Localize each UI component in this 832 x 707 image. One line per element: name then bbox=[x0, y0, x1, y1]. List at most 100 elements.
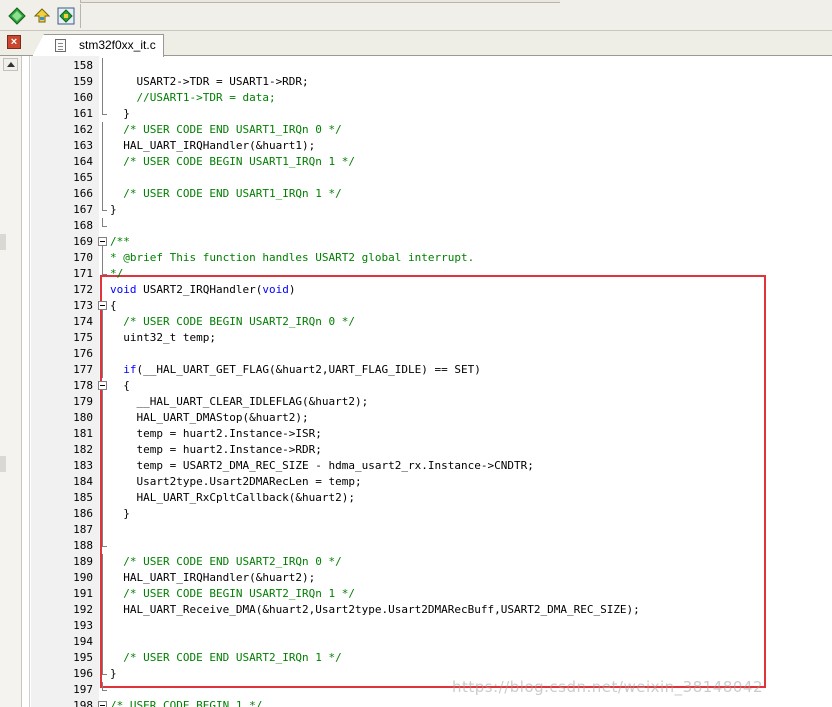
line-number: 165 bbox=[73, 171, 93, 184]
code-line[interactable]: HAL_UART_DMAStop(&huart2); bbox=[110, 410, 309, 426]
line-number: 172 bbox=[73, 283, 93, 296]
code-line[interactable]: uint32_t temp; bbox=[110, 330, 216, 346]
line-number: 162 bbox=[73, 123, 93, 136]
tab-file[interactable]: stm32f0xx_it.c bbox=[32, 34, 164, 57]
code-line[interactable]: HAL_UART_RxCpltCallback(&huart2); bbox=[110, 490, 355, 506]
code-line[interactable]: } bbox=[110, 506, 130, 522]
code-line[interactable]: */ bbox=[110, 266, 123, 282]
file-icon bbox=[55, 39, 66, 52]
code-line[interactable]: /* USER CODE BEGIN USART2_IRQn 1 */ bbox=[110, 586, 355, 602]
code-line[interactable]: HAL_UART_IRQHandler(&huart1); bbox=[110, 138, 315, 154]
line-number: 166 bbox=[73, 187, 93, 200]
code-comment: /* USER CODE END USART2_IRQn 1 */ bbox=[123, 651, 342, 664]
code-line[interactable]: } bbox=[110, 202, 117, 218]
left-dock-bar bbox=[0, 56, 22, 707]
fold-toggle-icon[interactable] bbox=[98, 698, 108, 707]
fold-guide bbox=[98, 202, 108, 218]
code-line[interactable]: HAL_UART_Receive_DMA(&huart2,Usart2type.… bbox=[110, 602, 640, 618]
code-line[interactable]: /* USER CODE END USART1_IRQn 1 */ bbox=[110, 186, 342, 202]
fold-toggle-icon[interactable] bbox=[98, 378, 108, 394]
fold-guide bbox=[98, 330, 108, 346]
code-text: temp = huart2.Instance->ISR; bbox=[110, 427, 322, 440]
line-number: 167 bbox=[73, 203, 93, 216]
line-number: 196 bbox=[73, 667, 93, 680]
line-number: 160 bbox=[73, 91, 93, 104]
fold-guide bbox=[98, 362, 108, 378]
fold-guide bbox=[98, 458, 108, 474]
code-line[interactable]: Usart2type.Usart2DMARecLen = temp; bbox=[110, 474, 362, 490]
fold-guide bbox=[98, 250, 108, 266]
code-comment: /* USER CODE END USART1_IRQn 1 */ bbox=[123, 187, 342, 200]
fold-guide bbox=[98, 618, 108, 634]
code-line[interactable]: HAL_UART_IRQHandler(&huart2); bbox=[110, 570, 315, 586]
fold-toggle-icon[interactable] bbox=[98, 298, 108, 314]
code-text: { bbox=[110, 379, 130, 392]
line-number: 177 bbox=[73, 363, 93, 376]
fold-guide bbox=[98, 90, 108, 106]
fold-guide bbox=[98, 74, 108, 90]
line-number: 171 bbox=[73, 267, 93, 280]
fold-guide bbox=[98, 106, 108, 122]
code-line[interactable]: temp = USART2_DMA_REC_SIZE - hdma_usart2… bbox=[110, 458, 533, 474]
bookmark-window-button[interactable] bbox=[56, 6, 76, 26]
line-number: 193 bbox=[73, 619, 93, 632]
fold-guide bbox=[98, 170, 108, 186]
code-text: HAL_UART_DMAStop(&huart2); bbox=[110, 411, 309, 424]
line-number: 163 bbox=[73, 139, 93, 152]
code-line[interactable]: temp = huart2.Instance->RDR; bbox=[110, 442, 321, 458]
code-line[interactable]: /** bbox=[110, 234, 130, 250]
code-line[interactable]: { bbox=[110, 378, 130, 394]
fold-guide bbox=[98, 586, 108, 602]
code-line[interactable]: /* USER CODE END USART2_IRQn 0 */ bbox=[110, 554, 342, 570]
fold-guide bbox=[98, 346, 108, 362]
code-line[interactable]: temp = huart2.Instance->ISR; bbox=[110, 426, 322, 442]
line-number: 194 bbox=[73, 635, 93, 648]
bookmark-window-icon bbox=[57, 7, 75, 25]
code-line[interactable]: /* USER CODE END USART1_IRQn 0 */ bbox=[110, 122, 342, 138]
fold-guide bbox=[98, 218, 108, 234]
scroll-up-icon[interactable] bbox=[3, 58, 18, 71]
code-text: } bbox=[110, 203, 117, 216]
close-icon[interactable]: × bbox=[7, 35, 21, 49]
code-line[interactable]: __HAL_UART_CLEAR_IDLEFLAG(&huart2); bbox=[110, 394, 368, 410]
fold-guide bbox=[98, 650, 108, 666]
code-text: Usart2type.Usart2DMARecLen = temp; bbox=[110, 475, 362, 488]
line-number: 192 bbox=[73, 603, 93, 616]
code-keyword: if bbox=[123, 363, 137, 376]
fold-guide bbox=[98, 58, 108, 74]
line-number: 169 bbox=[73, 235, 93, 248]
code-text: } bbox=[110, 507, 130, 520]
code-line[interactable]: //USART1->TDR = data; bbox=[110, 90, 276, 106]
tab-bar: × stm32f0xx_it.c bbox=[0, 31, 832, 57]
line-number: 164 bbox=[73, 155, 93, 168]
code-line[interactable]: { bbox=[110, 298, 117, 314]
toolbar bbox=[0, 0, 832, 31]
code-line[interactable]: /* USER CODE BEGIN USART2_IRQn 0 */ bbox=[110, 314, 355, 330]
line-number: 170 bbox=[73, 251, 93, 264]
code-line[interactable]: } bbox=[110, 106, 130, 122]
code-line[interactable]: /* USER CODE END USART2_IRQn 1 */ bbox=[110, 650, 342, 666]
fold-toggle-icon[interactable] bbox=[98, 234, 108, 250]
line-number: 186 bbox=[73, 507, 93, 520]
bookmark-up-button[interactable] bbox=[32, 6, 52, 26]
fold-guide bbox=[98, 538, 108, 554]
code-line[interactable]: if(__HAL_UART_GET_FLAG(&huart2,UART_FLAG… bbox=[110, 362, 481, 378]
fold-guide bbox=[98, 666, 108, 682]
code-line[interactable]: /* USER CODE BEGIN USART1_IRQn 1 */ bbox=[110, 154, 355, 170]
line-number: 168 bbox=[73, 219, 93, 232]
code-line[interactable]: * @brief This function handles USART2 gl… bbox=[110, 250, 474, 266]
code-line[interactable]: void USART2_IRQHandler(void) bbox=[110, 282, 295, 298]
fold-guide bbox=[98, 682, 108, 698]
code-line[interactable]: USART2->TDR = USART1->RDR; bbox=[110, 74, 308, 90]
code-comment: /* USER CODE END USART1_IRQn 0 */ bbox=[123, 123, 342, 136]
fold-guide bbox=[98, 138, 108, 154]
line-number: 159 bbox=[73, 75, 93, 88]
fold-guide bbox=[98, 314, 108, 330]
navigate-button[interactable] bbox=[7, 6, 27, 26]
code-line[interactable]: } bbox=[110, 666, 117, 682]
code-line[interactable]: /* USER CODE BEGIN 1 */ bbox=[110, 698, 262, 707]
